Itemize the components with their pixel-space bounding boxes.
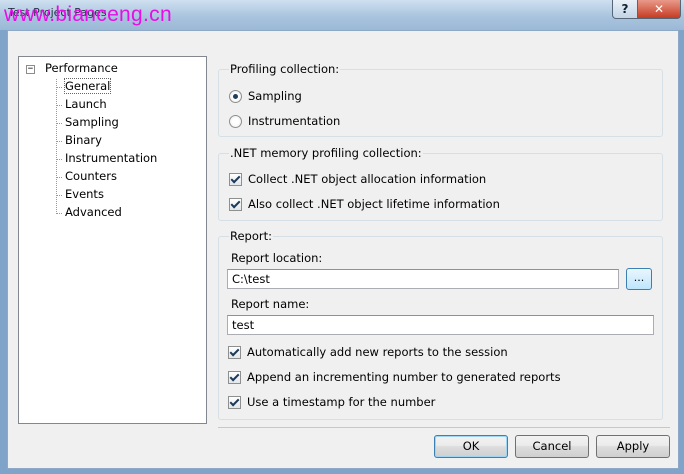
apply-button[interactable]: Apply (596, 435, 670, 458)
cancel-button[interactable]: Cancel (515, 435, 589, 458)
checkbox-checked-icon[interactable] (228, 396, 241, 409)
radio-unselected-icon[interactable] (229, 115, 242, 128)
group-heading: Report: (229, 229, 273, 243)
tree-node-label: Performance (45, 61, 118, 75)
report-name-label: Report name: (231, 297, 310, 311)
tree-connector-line (56, 79, 57, 212)
settings-tree[interactable]: − Performance General Launch Sampling Bi… (18, 56, 207, 424)
watermark-text: www.bianceng.cn (4, 3, 172, 26)
tree-item-label: Binary (65, 133, 102, 147)
profiling-collection-group: Profiling collection: Sampling Instrumen… (218, 62, 663, 137)
checkbox-label: Collect .NET object allocation informati… (248, 172, 487, 186)
button-separator (218, 427, 670, 428)
memory-profiling-group: .NET memory profiling collection: Collec… (218, 146, 663, 221)
tree-item-label: Counters (65, 169, 117, 183)
checkbox-label: Append an incrementing number to generat… (247, 370, 561, 384)
group-heading: Profiling collection: (229, 62, 341, 76)
browse-button[interactable]: ... (626, 268, 652, 290)
tree-item-label: Sampling (65, 115, 119, 129)
radio-label: Instrumentation (248, 114, 341, 128)
ok-button[interactable]: OK (434, 435, 508, 458)
radio-label: Sampling (248, 89, 302, 103)
report-location-input[interactable] (227, 269, 619, 289)
report-location-label: Report location: (231, 251, 323, 265)
collapse-icon[interactable]: − (26, 65, 35, 74)
checkbox-label: Automatically add new reports to the ses… (247, 345, 508, 359)
group-heading: .NET memory profiling collection: (229, 146, 423, 160)
help-button[interactable]: ? (612, 0, 638, 19)
tree-item-label: Advanced (65, 205, 122, 219)
checkbox-label: Also collect .NET object lifetime inform… (248, 197, 500, 211)
radio-selected-icon[interactable] (229, 90, 242, 103)
tree-item-label: Launch (65, 97, 107, 111)
checkbox-label: Use a timestamp for the number (247, 395, 436, 409)
title-bar: Test Project Pages www.bianceng.cn ? ✕ (0, 0, 684, 30)
checkbox-checked-icon[interactable] (228, 346, 241, 359)
checkbox-checked-icon[interactable] (228, 371, 241, 384)
tree-item-label: Instrumentation (65, 151, 158, 165)
report-name-input[interactable] (227, 315, 654, 335)
checkbox-checked-icon[interactable] (229, 173, 242, 186)
tree-item-label: Events (65, 187, 104, 201)
checkbox-checked-icon[interactable] (229, 198, 242, 211)
tree-item-label: General (64, 78, 112, 94)
close-button[interactable]: ✕ (637, 0, 681, 19)
